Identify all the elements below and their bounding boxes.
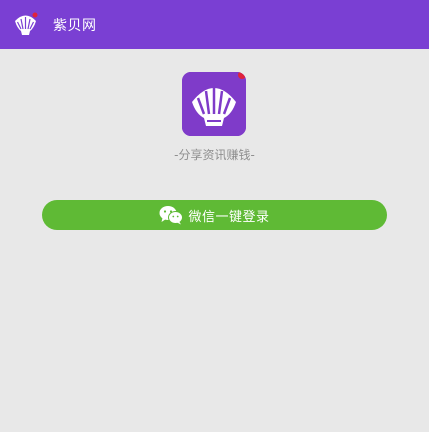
wechat-login-label: 微信一键登录 bbox=[188, 209, 270, 225]
app-title: 紫贝网 bbox=[53, 18, 97, 34]
main-content: -分享资讯赚钱- 微信一键登录 bbox=[0, 49, 429, 432]
app-bar: 紫贝网 bbox=[0, 0, 429, 49]
shell-app-icon bbox=[182, 72, 246, 136]
shell-logo-icon bbox=[12, 11, 39, 38]
wechat-icon bbox=[159, 205, 184, 225]
wechat-login-button[interactable]: 微信一键登录 bbox=[42, 200, 387, 230]
slogan-text: -分享资讯赚钱- bbox=[174, 148, 255, 162]
